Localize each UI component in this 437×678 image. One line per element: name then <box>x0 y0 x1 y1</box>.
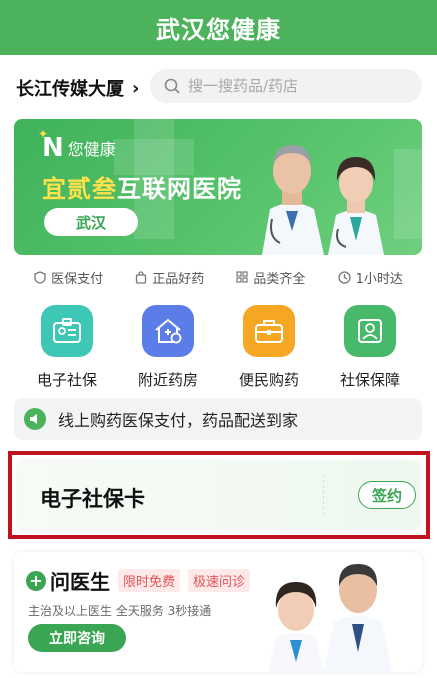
medicine-kit-icon <box>243 305 295 357</box>
pharmacy-house-icon <box>142 305 194 357</box>
notice-bar[interactable]: 线上购药医保支付，药品配送到家 <box>14 398 422 440</box>
divider <box>323 475 324 515</box>
plus-icon: + <box>26 570 46 591</box>
search-icon <box>164 78 180 94</box>
grid-icon <box>236 271 249 283</box>
banner-title-rest: 互联网医院 <box>117 175 242 203</box>
doctors-illustration <box>262 145 384 255</box>
ask-doctor-title: 问医生 <box>50 570 110 594</box>
ask-doctor-card[interactable]: + 问医生 限时免费 极速问诊 主治及以上医生 全天服务 3秒接通 立即咨询 <box>14 552 422 672</box>
notice-text: 线上购药医保支付，药品配送到家 <box>58 411 299 430</box>
feature-item: 医保支付 <box>34 265 103 289</box>
service-label: 附近药房 <box>137 371 198 389</box>
feature-item: 品类齐全 <box>236 265 305 289</box>
speaker-icon <box>24 408 46 430</box>
app-title-bar: 武汉您健康 <box>0 0 437 55</box>
chevron-right-icon: › <box>132 77 140 99</box>
brand-logo: ✦ N 您健康 <box>38 127 116 163</box>
service-e-social-security[interactable]: 电子社保 <box>22 305 112 390</box>
city-button[interactable]: 武汉 <box>44 208 138 236</box>
feature-label: 品类齐全 <box>253 271 306 287</box>
service-label: 便民购药 <box>238 371 299 389</box>
service-buy-medicine[interactable]: 便民购药 <box>224 305 314 390</box>
feature-label: 正品好药 <box>152 271 205 287</box>
feature-item: 1小时达 <box>337 265 403 289</box>
user-card-icon <box>344 305 396 357</box>
sign-button[interactable]: 签约 <box>358 481 416 509</box>
fast-consult-tag: 极速问诊 <box>188 569 251 592</box>
service-label: 电子社保 <box>36 371 97 389</box>
feature-strip: 医保支付 正品好药 品类齐全 1小时达 <box>0 265 437 289</box>
service-nearby-pharmacy[interactable]: 附近药房 <box>123 305 213 390</box>
feature-label: 1小时达 <box>355 271 403 287</box>
clock-icon <box>337 270 351 284</box>
service-social-security-guarantee[interactable]: 社保保障 <box>325 305 415 390</box>
ask-doctor-subtitle: 主治及以上医生 全天服务 3秒接通 <box>28 604 212 618</box>
location-search-row: 长江传媒大厦 › <box>0 55 437 117</box>
shield-icon <box>34 270 46 284</box>
banner-title-highlight: 宜贰叁 <box>42 175 117 203</box>
hospital-banner[interactable]: ✦ N 您健康 宜贰叁互联网医院 武汉 <box>14 119 422 255</box>
social-security-card-title: 电子社保卡 <box>40 487 145 511</box>
location-selector[interactable]: 长江传媒大厦 › <box>16 75 139 101</box>
app-title: 武汉您健康 <box>156 16 281 44</box>
bag-icon <box>136 270 147 284</box>
feature-label: 医保支付 <box>51 271 104 287</box>
social-security-card[interactable]: 电子社保卡 签约 <box>18 461 420 529</box>
search-input[interactable] <box>188 77 408 95</box>
ask-doctor-header: + 问医生 限时免费 极速问诊 <box>26 566 251 595</box>
search-bar[interactable] <box>150 69 422 103</box>
id-card-icon <box>41 305 93 357</box>
banner-title: 宜贰叁互联网医院 <box>42 169 242 204</box>
location-label: 长江传媒大厦 <box>16 79 124 100</box>
service-grid: 电子社保 附近药房 便民购药 社保保障 <box>0 305 437 395</box>
free-tag: 限时免费 <box>118 569 181 592</box>
service-label: 社保保障 <box>339 371 400 389</box>
feature-item: 正品好药 <box>135 265 204 289</box>
sparkle-icon: ✦ <box>38 127 49 141</box>
highlight-frame: 电子社保卡 签约 <box>8 451 430 539</box>
consult-now-button[interactable]: 立即咨询 <box>28 624 126 652</box>
doctors-illustration <box>268 564 392 672</box>
brand-name: 您健康 <box>67 140 116 159</box>
